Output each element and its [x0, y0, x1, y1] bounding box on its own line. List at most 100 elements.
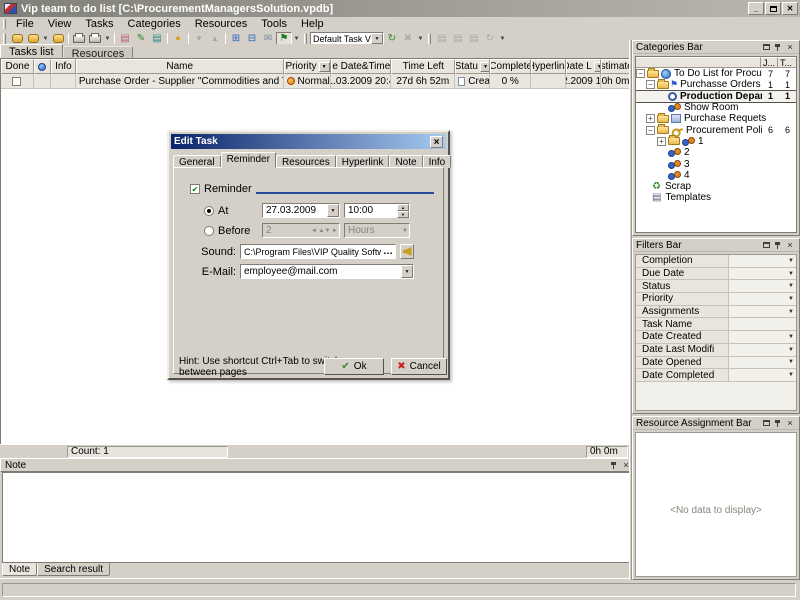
spin-up-icon[interactable]: ▲ [397, 204, 409, 211]
column-done[interactable]: Done [1, 59, 34, 74]
at-date-picker[interactable]: 27.03.2009 ▼ [262, 203, 340, 218]
priority-filter-button[interactable]: ▼ [319, 62, 330, 72]
close-button[interactable]: ✕ [782, 2, 798, 15]
tree-item-production-department[interactable]: Production Department 11 [636, 91, 796, 102]
at-time-spinner[interactable]: 10:00 ▲▼ [344, 203, 410, 218]
collapse-expander[interactable]: − [636, 69, 645, 78]
tree-item-root[interactable]: − To Do List for Procurement Mana- 77 [636, 68, 796, 79]
filter-row-task-name[interactable]: Task Name [636, 318, 796, 331]
time-spin-buttons[interactable]: ▲▼ [397, 204, 409, 217]
tab-tasks-list[interactable]: Tasks list [0, 44, 63, 58]
menu-tasks[interactable]: Tasks [78, 17, 120, 31]
play-sound-button[interactable] [400, 244, 414, 259]
toolbar-grip[interactable] [428, 34, 431, 44]
column-date[interactable]: Date L▼ [566, 59, 601, 74]
filter-dropdown[interactable]: ▼ [788, 296, 794, 302]
toolbar-grip[interactable] [3, 34, 6, 44]
resource-close-button[interactable] [784, 418, 796, 429]
expand-expander[interactable]: + [657, 137, 666, 146]
collapse-expander[interactable]: − [646, 80, 655, 89]
tree-item-3[interactable]: 3 [636, 158, 796, 169]
menu-tools[interactable]: Tools [254, 17, 294, 31]
view-options-dropdown[interactable]: ▼ [416, 36, 425, 42]
column-estimated[interactable]: Estimated [601, 59, 630, 74]
tree-main-column[interactable] [636, 57, 761, 68]
name-cell[interactable]: Purchase Order - Supplier "Commodities a… [76, 74, 284, 89]
collapse-expander[interactable]: − [646, 126, 655, 135]
filter-dropdown[interactable]: ▼ [788, 309, 794, 315]
column-priority[interactable]: Priority▼ [284, 59, 332, 74]
tab-reminder[interactable]: Reminder [221, 152, 276, 168]
column-complete[interactable]: Complete [490, 59, 531, 74]
estimated-cell[interactable]: 0h 0m [601, 74, 630, 89]
filter-dropdown[interactable]: ▼ [788, 372, 794, 378]
filter-dropdown[interactable]: ▼ [788, 283, 794, 289]
filter-row-date-completed[interactable]: Date Completed▼ [636, 369, 796, 382]
categories-pin-button[interactable] [772, 42, 784, 53]
filter-row-due-date[interactable]: Due Date▼ [636, 268, 796, 281]
at-date-dropdown[interactable]: ▼ [327, 204, 339, 217]
before-unit-dropdown[interactable]: ▼ [402, 228, 409, 234]
tree-col1-header[interactable]: J... [761, 57, 778, 68]
more-tools-dropdown[interactable]: ▼ [498, 36, 507, 42]
tree-item-procurement-policy[interactable]: − Procurement Policy 66 [636, 124, 796, 135]
filter-dropdown[interactable]: ▼ [788, 347, 794, 353]
filters-pin-button[interactable] [772, 240, 784, 251]
filters-maximize-button[interactable] [760, 240, 772, 251]
cancel-button[interactable]: Cancel [391, 358, 447, 375]
filter-row-date-opened[interactable]: Date Opened▼ [636, 357, 796, 370]
filter-dropdown[interactable]: ▼ [788, 258, 794, 264]
note-editor[interactable] [2, 472, 636, 563]
sound-browse-button[interactable]: … [381, 246, 395, 257]
tree-item-scrap[interactable]: Scrap [636, 181, 796, 192]
tab-note[interactable]: Note [2, 563, 37, 576]
time-left-cell[interactable]: 27d 6h 52m [391, 74, 455, 89]
filter-row-date-last-modified[interactable]: Date Last Modifi▼ [636, 344, 796, 357]
filter-dropdown[interactable]: ▼ [788, 334, 794, 340]
minimize-button[interactable]: _ [748, 2, 764, 15]
status-cell[interactable]: Crea [455, 74, 490, 89]
restore-button[interactable] [765, 2, 781, 15]
filter-row-status[interactable]: Status▼ [636, 280, 796, 293]
toolbar-grip[interactable] [304, 34, 307, 44]
resource-pin-button[interactable] [772, 418, 784, 429]
status-filter-button[interactable]: ▼ [480, 62, 490, 72]
tree-item-purchase-requets[interactable]: + Purchase Requets [636, 113, 796, 124]
email-dropdown[interactable]: ▼ [401, 265, 413, 278]
done-checkbox[interactable] [12, 77, 21, 86]
sound-field[interactable]: C:\Program Files\VIP Quality Software\VI… [240, 244, 396, 259]
print-options-dropdown[interactable]: ▼ [103, 36, 112, 42]
open-list-dropdown[interactable]: ▼ [41, 36, 50, 42]
tree-item-show-room[interactable]: Show Room [636, 102, 796, 113]
spin-down-icon[interactable]: ▼ [397, 211, 409, 218]
tree-item-templates[interactable]: Templates [636, 192, 796, 203]
task-view-dropdown[interactable]: ▼ [371, 33, 383, 44]
flag-filter-dropdown[interactable]: ▼ [292, 36, 301, 42]
categories-maximize-button[interactable] [760, 42, 772, 53]
email-combo[interactable]: employee@mail.com ▼ [240, 264, 414, 279]
filter-row-assignments[interactable]: Assignments▼ [636, 306, 796, 319]
menu-categories[interactable]: Categories [121, 17, 188, 31]
column-notify[interactable] [34, 59, 51, 74]
column-hyperlink[interactable]: Hyperlink [531, 59, 566, 74]
reminder-checkbox[interactable]: ✔ [190, 184, 200, 194]
date-cell[interactable]: 2.2009 1: [566, 74, 601, 89]
column-info[interactable]: Info [51, 59, 76, 74]
filter-row-completion[interactable]: Completion▼ [636, 255, 796, 268]
column-due[interactable]: Due Date&Time▼ [331, 59, 391, 74]
dialog-close-button[interactable]: × [430, 136, 443, 148]
tree-item-2[interactable]: 2 [636, 147, 796, 158]
menu-view[interactable]: View [41, 17, 79, 31]
menu-grip[interactable] [3, 19, 6, 29]
filter-dropdown[interactable]: ▼ [788, 359, 794, 365]
column-status[interactable]: Statu▼ [455, 59, 490, 74]
before-spin-buttons[interactable]: ◄ ▲▼ ► [311, 228, 339, 234]
filter-row-date-created[interactable]: Date Created▼ [636, 331, 796, 344]
before-radio[interactable] [204, 226, 214, 236]
tree-item-4[interactable]: 4 [636, 170, 796, 181]
table-row[interactable]: Purchase Order - Supplier "Commodities a… [1, 74, 630, 89]
tree-item-purchasse-orders[interactable]: − Purchasse Orders 11 [636, 79, 796, 90]
filters-close-button[interactable] [784, 240, 796, 251]
before-value-spinner[interactable]: 2 ◄ ▲▼ ► [262, 223, 340, 238]
date-filter-button[interactable]: ▼ [594, 62, 601, 72]
